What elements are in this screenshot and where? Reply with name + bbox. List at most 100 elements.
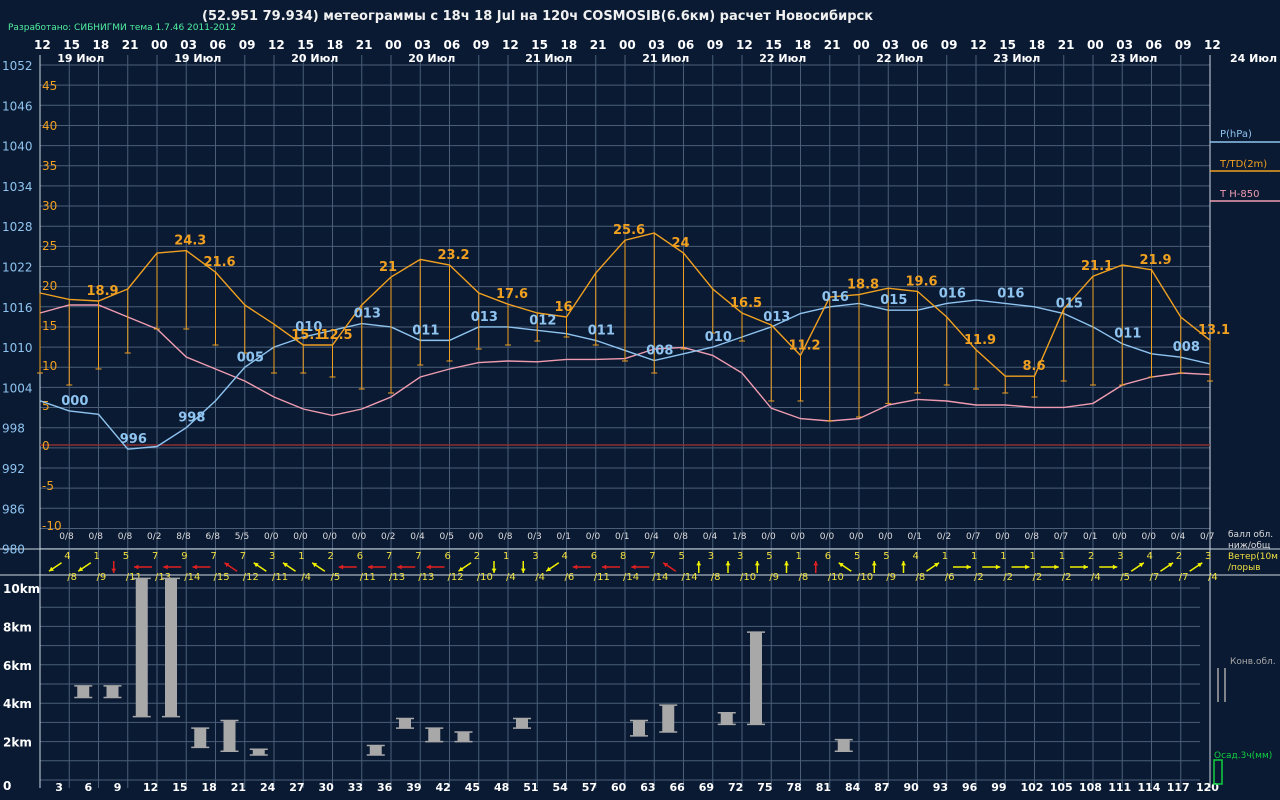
temperature-value-label: 16 bbox=[555, 300, 573, 315]
bottom-hour-label: 6 bbox=[85, 781, 93, 794]
cloud-fraction: 0/0 bbox=[849, 532, 864, 542]
bottom-hour-label: 78 bbox=[787, 781, 802, 794]
cloud-fraction: 0/8 bbox=[498, 532, 513, 542]
bottom-hour-label: 81 bbox=[816, 781, 831, 794]
cloud-fraction: 8/8 bbox=[176, 532, 191, 542]
pressure-value-label: 013 bbox=[354, 307, 381, 322]
wind-gust: /4 bbox=[1208, 572, 1218, 583]
bottom-hour-label: 3 bbox=[55, 781, 63, 794]
top-hour-label: 21 bbox=[1058, 38, 1075, 52]
cloud-bar bbox=[516, 718, 528, 729]
wind-gust: /2 bbox=[1033, 572, 1043, 583]
cloud-fraction: 0/7 bbox=[1054, 532, 1068, 542]
wind-speed: 8 bbox=[620, 551, 626, 562]
top-hour-label: 12 bbox=[502, 38, 519, 52]
wind-gust: /14 bbox=[652, 572, 668, 583]
wind-gust: /7 bbox=[1179, 572, 1189, 583]
temp-tick: 35 bbox=[42, 159, 57, 173]
date-label: 19 Июл bbox=[57, 52, 104, 65]
top-hour-label: 21 bbox=[824, 38, 841, 52]
wind-label: Ветер(10м bbox=[1228, 552, 1278, 562]
temp-tick: 5 bbox=[42, 399, 50, 413]
cloud-fraction: 0/0 bbox=[761, 532, 776, 542]
wind-gust: /8 bbox=[916, 572, 926, 583]
cloud-fraction: 0/0 bbox=[293, 532, 308, 542]
pressure-tick: 1040 bbox=[2, 140, 33, 154]
pressure-tick: 1052 bbox=[2, 59, 33, 73]
wind-speed: 1 bbox=[94, 551, 100, 562]
top-hour-label: 06 bbox=[1146, 38, 1163, 52]
cloud-fraction: 0/8 bbox=[1025, 532, 1040, 542]
wind-gust: /7 bbox=[1150, 572, 1160, 583]
bottom-hour-label: 45 bbox=[465, 781, 480, 794]
cloud-fraction: 0/0 bbox=[820, 532, 835, 542]
wind-speed: 7 bbox=[211, 551, 217, 562]
wind-gust: /12 bbox=[448, 572, 464, 583]
temperature-value-label: 25.6 bbox=[613, 223, 645, 238]
date-label: 22 Июл bbox=[876, 52, 923, 65]
pressure-tick: 1022 bbox=[2, 261, 33, 275]
wind-gust: /10 bbox=[477, 572, 493, 583]
pressure-tick: 980 bbox=[2, 543, 25, 557]
cloud-bar bbox=[837, 739, 850, 752]
cloud-fraction: 0/2 bbox=[381, 532, 395, 542]
wind-speed: 1 bbox=[1000, 551, 1006, 562]
cloud-bar bbox=[369, 745, 382, 756]
cloud-fraction: 0/8 bbox=[118, 532, 133, 542]
temperature-value-label: 12.5 bbox=[321, 328, 353, 343]
top-hour-label: 06 bbox=[444, 38, 461, 52]
cloud-fraction: 0/1 bbox=[1083, 532, 1097, 542]
wind-speed: 7 bbox=[152, 551, 158, 562]
wind-speed: 6 bbox=[825, 551, 831, 562]
temp-tick: 25 bbox=[42, 239, 57, 253]
top-hour-label: 09 bbox=[239, 38, 256, 52]
temperature-value-label: 23.2 bbox=[438, 248, 470, 263]
pressure-value-label: 016 bbox=[822, 290, 849, 305]
top-hour-label: 00 bbox=[385, 38, 402, 52]
top-hour-label: 12 bbox=[1204, 38, 1221, 52]
wind-speed: 1 bbox=[971, 551, 977, 562]
temperature-value-label: 17.6 bbox=[496, 287, 528, 302]
temperature-value-label: 18.8 bbox=[847, 278, 879, 293]
bottom-hour-label: 15 bbox=[172, 781, 187, 794]
cloud-fraction: 0/0 bbox=[791, 532, 806, 542]
wind-gust: /11 bbox=[594, 572, 610, 583]
bottom-hour-label: 66 bbox=[670, 781, 686, 794]
bottom-hour-label: 30 bbox=[319, 781, 335, 794]
temperature-value-label: 19.6 bbox=[906, 274, 938, 289]
top-hour-label: 03 bbox=[414, 38, 431, 52]
wind-speed: 7 bbox=[386, 551, 392, 562]
cloud-fraction: 0/8 bbox=[674, 532, 689, 542]
top-hour-label: 18 bbox=[561, 38, 578, 52]
wind-speed: 7 bbox=[240, 551, 246, 562]
temperature-value-label: 24.3 bbox=[174, 234, 206, 249]
wind-gust: /8 bbox=[711, 572, 721, 583]
temp-tick: 15 bbox=[42, 319, 57, 333]
cloud-bar bbox=[252, 749, 265, 756]
wind-gust: /4 bbox=[506, 572, 516, 583]
wind-speed: 4 bbox=[913, 551, 919, 562]
bottom-hour-label: 36 bbox=[377, 781, 393, 794]
wind-gust: /9 bbox=[97, 572, 107, 583]
top-hour-label: 06 bbox=[912, 38, 929, 52]
cloud-fraction: 0/4 bbox=[703, 532, 718, 542]
legend-t850: T H-850 bbox=[1219, 189, 1260, 200]
cloud-fraction: 0/2 bbox=[147, 532, 161, 542]
wind-speed: 3 bbox=[1117, 551, 1123, 562]
temperature-value-label: 8.6 bbox=[1023, 359, 1046, 374]
cloud-fraction: 0/8 bbox=[89, 532, 104, 542]
wind-gust: /11 bbox=[360, 572, 376, 583]
cloud-bar bbox=[194, 728, 207, 748]
altitude-tick: 6km bbox=[3, 659, 32, 673]
wind-gust: /13 bbox=[389, 572, 405, 583]
cloud-fraction: 5/5 bbox=[235, 532, 249, 542]
wind-gust: /4 bbox=[535, 572, 545, 583]
wind-gust: /12 bbox=[243, 572, 259, 583]
wind-gust: /4 bbox=[301, 572, 311, 583]
top-hour-label: 06 bbox=[678, 38, 695, 52]
bottom-hour-label: 57 bbox=[582, 781, 597, 794]
wind-gust: /4 bbox=[1091, 572, 1101, 583]
wind-gust: /8 bbox=[799, 572, 809, 583]
wind-gust: /11 bbox=[272, 572, 288, 583]
bottom-hour-label: 114 bbox=[1138, 781, 1161, 794]
